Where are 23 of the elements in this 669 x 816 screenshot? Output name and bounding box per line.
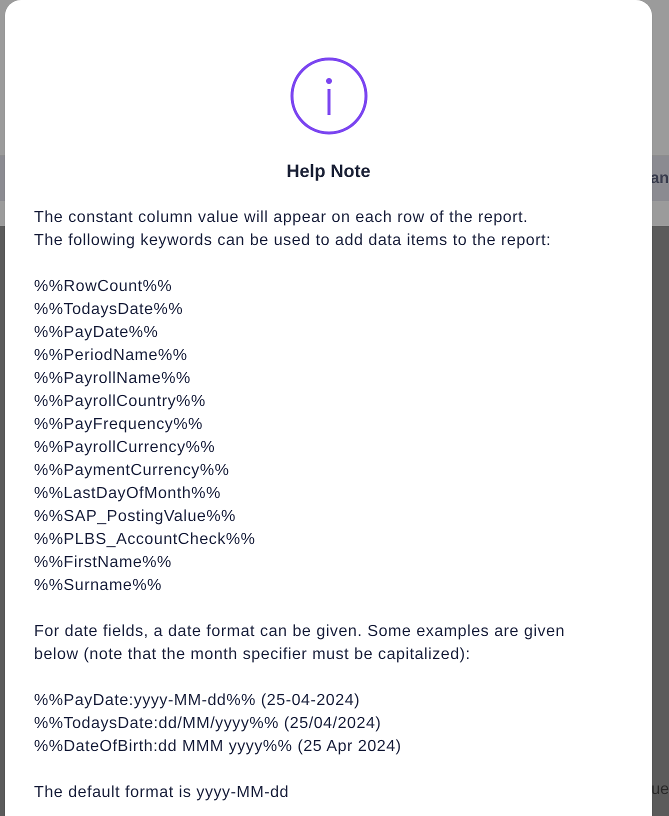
example-text: %%DateOfBirth:dd MMM yyyy%% (25 Apr 2024) [34,737,402,757]
keyword-text: %%PayrollCurrency%% [34,438,216,458]
keyword-text: %%PayrollCountry%% [34,392,206,412]
intro-text: The following keywords can be used to add data items to the report: [34,231,552,251]
keyword-text: %%LastDayOfMonth%% [34,484,221,504]
keyword-text: %%PayFrequency%% [34,415,203,435]
example-text: %%TodaysDate:dd/MM/yyyy%% (25/04/2024) [34,714,382,734]
dialog-title: Help Note [286,160,370,183]
keyword-text: %%SAP_PostingValue%% [34,507,236,527]
keyword-text: %%PeriodName%% [34,346,188,366]
keyword-text: %%TodaysDate%% [34,300,184,320]
keyword-text: %%Surname%% [34,576,162,596]
default-format-note: The default format is yyyy-MM-dd [34,783,289,803]
keyword-text: %%PLBS_AccountCheck%% [34,530,256,550]
keyword-text: %%PayrollName%% [34,369,191,389]
keyword-text: %%PaymentCurrency%% [34,461,230,481]
example-text: %%PayDate:yyyy-MM-dd%% (25-04-2024) [34,691,360,711]
date-format-note: For date fields, a date format can be given. Some examples are given below (note that the month specifier must be capitalized): [34,622,566,665]
keyword-text: %%FirstName%% [34,553,172,573]
info-icon [290,57,368,135]
intro-text: The constant column value will appear on each row of the report. [34,208,528,228]
keyword-text: %%PayDate%% [34,323,158,343]
keyword-text: %%RowCount%% [34,277,172,297]
